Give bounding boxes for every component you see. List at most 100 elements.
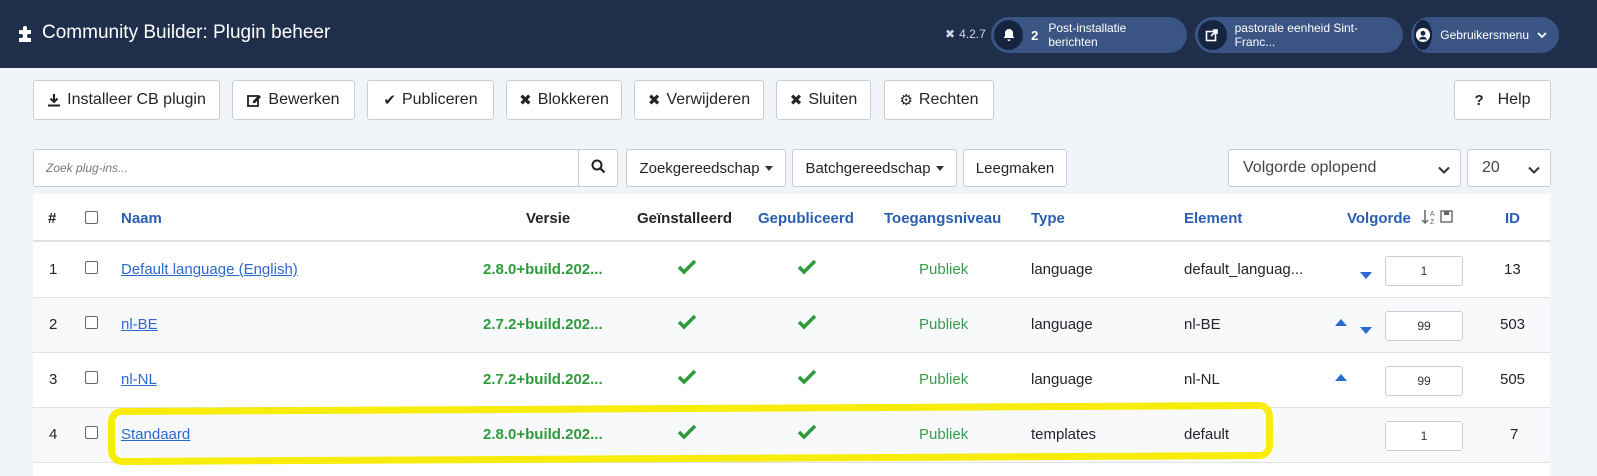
limit-select[interactable]: 20 (1467, 149, 1551, 187)
plugin-name-link[interactable]: Standaard (121, 426, 190, 443)
ordering-value: Volgorde oplopend (1243, 159, 1377, 176)
select-all-checkbox[interactable] (85, 211, 98, 224)
chevron-down-icon (1438, 162, 1450, 180)
times-icon: ✖ (647, 92, 661, 109)
site-link-button[interactable]: pastorale eenheid Sint-Franc... (1195, 17, 1403, 53)
caret-down-icon (935, 165, 944, 171)
col-id[interactable]: ID (1505, 210, 1520, 227)
chevron-down-icon (1537, 28, 1547, 42)
download-icon (47, 93, 61, 107)
row-num: 3 (49, 371, 58, 388)
edit-label: Bewerken (268, 91, 340, 108)
user-menu-label: Gebruikersmenu (1440, 28, 1529, 42)
table-row: 1 Default language (English) 2.8.0+build… (33, 243, 1550, 298)
plugin-element: nl-NL (1184, 371, 1220, 388)
move-up-icon[interactable] (1335, 374, 1347, 381)
row-checkbox[interactable] (85, 371, 98, 384)
plugin-type: language (1031, 316, 1093, 333)
user-menu-button[interactable]: Gebruikersmenu (1411, 17, 1559, 53)
edit-button[interactable]: Bewerken (232, 80, 355, 120)
access-level: Publiek (919, 261, 969, 278)
installed-check-icon (677, 424, 697, 444)
page-title-text: Community Builder: Plugin beheer (42, 22, 331, 43)
permissions-button[interactable]: ⚙ Rechten (884, 80, 994, 120)
col-access[interactable]: Toegangsniveau (884, 210, 1001, 227)
plugin-name-link[interactable]: nl-BE (121, 316, 158, 333)
col-published[interactable]: Gepubliceerd (758, 210, 854, 227)
col-ordering[interactable]: Volgorde (1347, 210, 1411, 227)
search-tools-button[interactable]: Zoekgereedschap (626, 149, 786, 187)
joomla-version: ✖ 4.2.7 (945, 27, 986, 41)
caret-down-icon (764, 165, 773, 171)
row-num: 2 (49, 316, 58, 333)
check-icon: ✔ (383, 92, 396, 109)
row-num: 4 (49, 426, 58, 443)
search-input[interactable]: Zoek plug-ins... (33, 149, 579, 187)
table-header: # Naam Versie Geïnstalleerd Gepubliceerd… (33, 194, 1550, 242)
clear-button[interactable]: Leegmaken (963, 149, 1067, 187)
close-button[interactable]: ✖ Sluiten (776, 80, 871, 120)
table-row: 4 Standaard 2.8.0+build.202... Publiek t… (33, 408, 1550, 463)
page-title: Community Builder: Plugin beheer (16, 22, 330, 44)
plugin-version: 2.7.2+build.202... (483, 316, 603, 333)
published-check-icon[interactable] (797, 259, 817, 279)
published-check-icon[interactable] (797, 424, 817, 444)
block-button[interactable]: ✖ Blokkeren (506, 80, 622, 120)
plugin-name-link[interactable]: Default language (English) (121, 261, 298, 278)
installed-check-icon (677, 314, 697, 334)
plugin-id: 13 (1504, 261, 1521, 278)
col-installed: Geïnstalleerd (637, 210, 733, 227)
version-text: 4.2.7 (959, 27, 986, 41)
ordering-select[interactable]: Volgorde oplopend (1228, 149, 1461, 187)
col-element[interactable]: Element (1184, 210, 1242, 227)
close-label: Sluiten (808, 91, 858, 108)
edit-icon (247, 93, 262, 107)
top-header: Community Builder: Plugin beheer ✖ 4.2.7… (0, 0, 1597, 68)
plugin-name-link[interactable]: nl-NL (121, 371, 157, 388)
plugin-version: 2.7.2+build.202... (483, 371, 603, 388)
order-input[interactable]: 99 (1385, 311, 1463, 341)
delete-button[interactable]: ✖ Verwijderen (634, 80, 764, 120)
row-checkbox[interactable] (85, 426, 98, 439)
published-check-icon[interactable] (797, 369, 817, 389)
delete-label: Verwijderen (666, 91, 751, 108)
access-level: Publiek (919, 371, 969, 388)
user-icon (1414, 20, 1433, 50)
times-icon: ✖ (519, 92, 532, 109)
plugin-id: 503 (1500, 316, 1526, 333)
help-button[interactable]: ? Help (1454, 80, 1551, 120)
row-checkbox[interactable] (85, 316, 98, 329)
move-down-icon[interactable] (1360, 272, 1372, 279)
install-plugin-button[interactable]: Installeer CB plugin (33, 80, 220, 120)
order-input[interactable]: 1 (1385, 421, 1463, 451)
col-name[interactable]: Naam (121, 210, 162, 227)
site-label: pastorale eenheid Sint-Franc... (1234, 21, 1359, 49)
search-button[interactable] (578, 149, 618, 187)
move-down-icon[interactable] (1360, 327, 1372, 334)
chevron-down-icon (1528, 162, 1540, 180)
publish-button[interactable]: ✔ Publiceren (367, 80, 494, 120)
order-input[interactable]: 1 (1385, 256, 1463, 286)
plugin-version: 2.8.0+build.202... (483, 261, 603, 278)
row-num: 1 (49, 261, 58, 278)
access-level: Publiek (919, 426, 969, 443)
access-level: Publiek (919, 316, 969, 333)
plugin-element: default_languag... (1184, 261, 1304, 278)
batch-tools-label: Batchgereedschap (805, 159, 931, 177)
order-input[interactable]: 99 (1385, 366, 1463, 396)
published-check-icon[interactable] (797, 314, 817, 334)
move-up-icon[interactable] (1335, 319, 1347, 326)
external-link-icon (1198, 20, 1227, 50)
batch-tools-button[interactable]: Batchgereedschap (792, 149, 957, 187)
sort-ascending-icon[interactable]: AZ (1421, 208, 1455, 230)
post-install-messages-button[interactable]: 2 Post-installatie berichten (991, 17, 1187, 53)
search-icon (591, 159, 606, 178)
plugin-version: 2.8.0+build.202... (483, 426, 603, 443)
help-label: Help (1497, 91, 1531, 108)
plugin-id: 7 (1510, 426, 1519, 443)
install-plugin-label: Installeer CB plugin (67, 91, 206, 108)
col-type[interactable]: Type (1031, 210, 1065, 227)
row-checkbox[interactable] (85, 261, 98, 274)
publish-label: Publiceren (401, 91, 478, 108)
table-row: 3 nl-NL 2.7.2+build.202... Publiek langu… (33, 353, 1550, 408)
